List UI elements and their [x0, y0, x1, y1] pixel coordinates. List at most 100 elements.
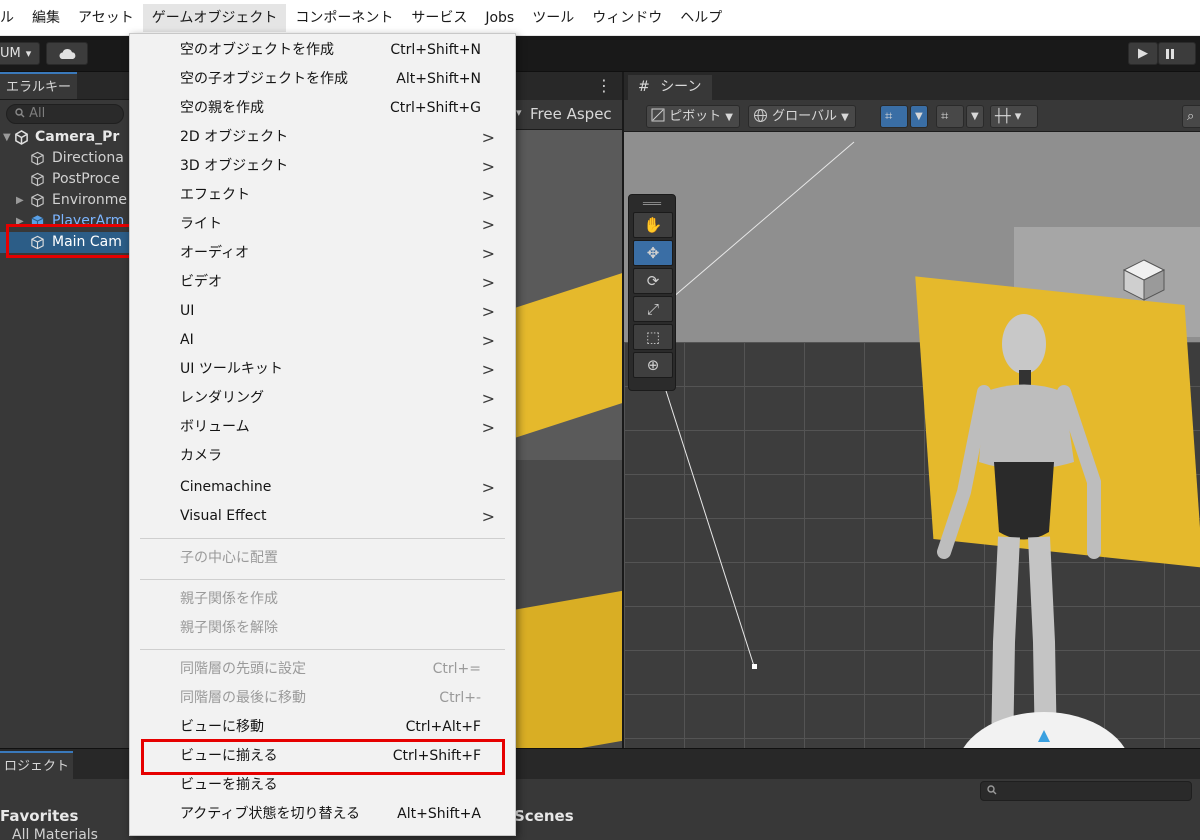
menu-item-create-empty-parent[interactable]: 空の親を作成 Ctrl+Shift+G [130, 94, 515, 123]
tree-row-postprocess[interactable]: PostProce [0, 169, 130, 190]
grid-snap-toggle[interactable]: ⌗ [880, 105, 908, 128]
scene-viewport[interactable]: ═══ ✋ ✥ ⟳ ⤢ ⬚ ⊕ [624, 132, 1200, 748]
menu-item-label: アクティブ状態を切り替える [180, 806, 361, 822]
menu-tools[interactable]: ツール [523, 4, 583, 32]
menu-item-clear-parent: 親子関係を解除 [130, 614, 515, 643]
rotate-tool-icon[interactable]: ⟳ [633, 268, 673, 294]
menu-services[interactable]: サービス [402, 4, 476, 32]
rect-tool-icon[interactable]: ⬚ [633, 324, 673, 350]
menu-item-ai[interactable]: AI > [130, 326, 515, 355]
menu-item-shortcut: Ctrl+Alt+F [405, 719, 481, 735]
orientation-cube-icon[interactable] [1120, 256, 1168, 304]
submenu-arrow-icon: > [481, 507, 495, 526]
tree-row-player-armature[interactable]: ▶ PlayerArm [0, 211, 130, 225]
menu-item-label: ビューを揃える [180, 777, 278, 793]
menu-item-move-to-view[interactable]: ビューに移動 Ctrl+Alt+F [130, 713, 515, 742]
menu-item-label: UI [180, 303, 195, 319]
menu-item-shortcut: Alt+Shift+N [396, 71, 481, 87]
tab-scene[interactable]: # シーン [628, 75, 712, 100]
menu-window[interactable]: ウィンドウ [583, 4, 671, 32]
hierarchy-search-input[interactable]: All [6, 104, 124, 124]
tree-row-environment[interactable]: ▶ Environme [0, 190, 130, 211]
increment-snap-dropdown[interactable]: ▼ [966, 105, 984, 128]
global-dropdown[interactable]: グローバル ▼ [748, 105, 856, 128]
expand-arrow-icon[interactable]: ▼ [3, 127, 11, 148]
chevron-down-icon: ▼ [725, 112, 733, 123]
scene-toolbar: ピボット ▼ グローバル ▼ ⌗ ▼ ⌗ ▼ ┼┼ ▾ ⌕ [624, 100, 1200, 132]
menu-item-audio[interactable]: オーディオ > [130, 239, 515, 268]
menu-item-camera[interactable]: カメラ [130, 442, 515, 471]
grid-snap-dropdown[interactable]: ▼ [910, 105, 928, 128]
transform-tool-icon[interactable]: ⊕ [633, 352, 673, 378]
submenu-arrow-icon: > [481, 186, 495, 205]
grid-snap-icon: ⌗ [885, 109, 893, 124]
favorites-all-materials[interactable]: All Materials [12, 827, 98, 840]
menu-jobs[interactable]: Jobs [476, 4, 523, 32]
menu-item-ui[interactable]: UI > [130, 297, 515, 326]
tree-label: PlayerArm [52, 213, 125, 225]
menu-item-label: レンダリング [180, 390, 264, 406]
menu-item-2d-object[interactable]: 2D オブジェクト > [130, 123, 515, 152]
menu-item-label: UI ツールキット [180, 361, 283, 377]
menu-item-create-empty[interactable]: 空のオブジェクトを作成 Ctrl+Shift+N [130, 36, 515, 65]
menu-item-label: ビデオ [180, 274, 222, 290]
menu-help[interactable]: ヘルプ [671, 4, 731, 32]
search-icon [987, 785, 997, 795]
grid-hash-icon: # [638, 79, 650, 95]
scene-search-button[interactable]: ⌕ [1182, 105, 1200, 128]
hierarchy-tabbar: エラルキー [0, 72, 130, 100]
drag-handle-icon[interactable]: ═══ [633, 198, 671, 212]
menu-item-3d-object[interactable]: 3D オブジェクト > [130, 152, 515, 181]
pivot-dropdown[interactable]: ピボット ▼ [646, 105, 740, 128]
tab-hierarchy[interactable]: エラルキー [0, 72, 78, 99]
menu-component[interactable]: コンポーネント [286, 4, 402, 32]
menu-window-partial[interactable]: ル [0, 4, 23, 32]
project-search-input[interactable] [980, 781, 1192, 801]
tree-row-directional-light[interactable]: Directiona [0, 148, 130, 169]
increment-snap-toggle[interactable]: ⌗ [936, 105, 964, 128]
menu-item-toggle-active-state[interactable]: アクティブ状態を切り替える Alt+Shift+A [130, 800, 515, 829]
cloud-button[interactable] [46, 42, 88, 65]
menu-item-align-view-to-selected[interactable]: ビューを揃える [130, 771, 515, 800]
tab-project[interactable]: ロジェクト [0, 751, 74, 779]
menu-assets[interactable]: アセット [69, 4, 143, 32]
submenu-arrow-icon: > [481, 273, 495, 292]
tree-row-scene[interactable]: ▼ Camera_Pr [0, 127, 130, 148]
menu-gameobject[interactable]: ゲームオブジェクト [142, 3, 287, 32]
menu-item-shortcut: Ctrl+Shift+N [390, 42, 481, 58]
scenes-folder-header[interactable]: Scenes [514, 807, 574, 825]
move-tool-icon[interactable]: ✥ [633, 240, 673, 266]
menu-item-label: Cinemachine [180, 479, 272, 495]
favorites-header[interactable]: Favorites [0, 807, 78, 825]
pause-button[interactable] [1158, 42, 1196, 65]
menu-item-label: 同階層の先頭に設定 [180, 661, 306, 677]
hand-tool-icon[interactable]: ✋ [633, 212, 673, 238]
account-dropdown[interactable]: UM ▾ [0, 42, 40, 65]
menu-item-label: ビューに移動 [180, 719, 264, 735]
menu-edit[interactable]: 編集 [23, 4, 69, 32]
menu-item-visual-effect[interactable]: Visual Effect > [130, 502, 515, 531]
menu-item-create-empty-child[interactable]: 空の子オブジェクトを作成 Alt+Shift+N [130, 65, 515, 94]
menu-item-video[interactable]: ビデオ > [130, 268, 515, 297]
gameobject-cube-icon [31, 172, 44, 187]
expand-arrow-icon[interactable]: ▶ [16, 190, 24, 211]
menu-item-light[interactable]: ライト > [130, 210, 515, 239]
aspect-dropdown[interactable]: Free Aspec [530, 103, 612, 125]
more-options-icon[interactable]: ⋮ [596, 76, 612, 95]
scene-gizmo-circle [963, 712, 1125, 748]
menu-item-label: 3D オブジェクト [180, 158, 289, 174]
play-button[interactable]: ▶ [1128, 42, 1158, 65]
menu-item-make-parent: 親子関係を作成 [130, 585, 515, 614]
chevron-down-icon[interactable]: ▾ [516, 106, 522, 119]
pause-icon [1166, 48, 1174, 59]
menu-item-effects[interactable]: エフェクト > [130, 181, 515, 210]
expand-arrow-icon[interactable]: ▶ [16, 211, 24, 225]
ruler-dropdown[interactable]: ┼┼ ▾ [990, 105, 1038, 128]
menu-item-set-last-sibling: 同階層の最後に移動 Ctrl+- [130, 684, 515, 713]
menu-item-rendering[interactable]: レンダリング > [130, 384, 515, 413]
menu-item-cinemachine[interactable]: Cinemachine > [130, 473, 515, 502]
menu-item-ui-toolkit[interactable]: UI ツールキット > [130, 355, 515, 384]
tree-label: Directiona [52, 150, 124, 166]
menu-item-volume[interactable]: ボリューム > [130, 413, 515, 442]
scale-tool-icon[interactable]: ⤢ [633, 296, 673, 322]
